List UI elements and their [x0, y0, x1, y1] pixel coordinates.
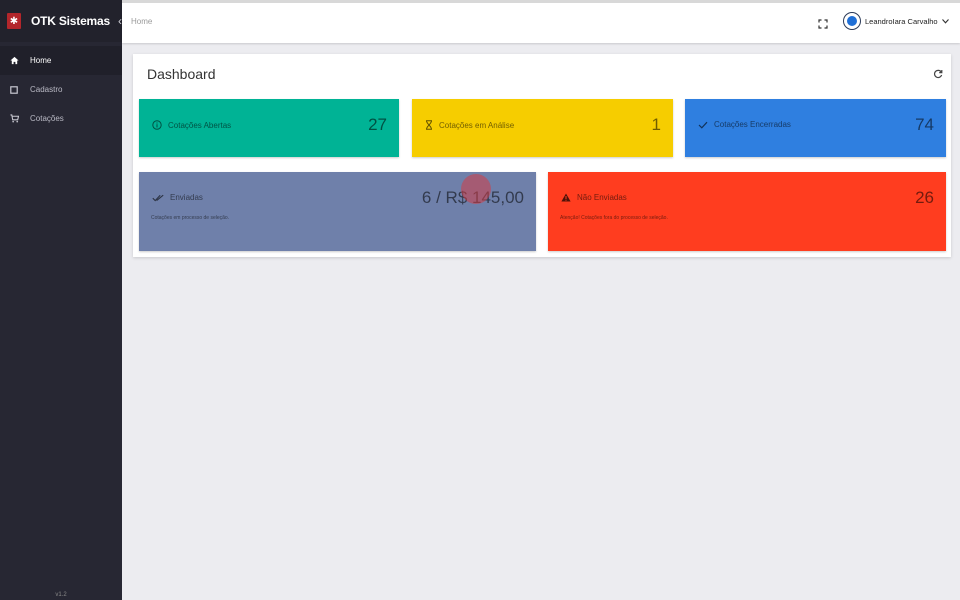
tile-value: 74: [915, 115, 934, 134]
tile-label-text: Enviadas: [170, 193, 203, 202]
avatar: [843, 12, 861, 30]
topbar: Home LeandroIara Carvalho: [122, 0, 960, 43]
tile-label: Cotações em Análise: [425, 120, 514, 130]
sidebar-item-label: Cotações: [30, 114, 64, 123]
breadcrumb[interactable]: Home: [131, 17, 152, 26]
sidebar-item-label: Cadastro: [30, 85, 63, 94]
dashboard-card: Dashboard Cotações Abertas 27 Cotações e…: [133, 54, 951, 257]
info-icon: [152, 120, 162, 130]
tile-label-text: Cotações Encerradas: [714, 120, 791, 129]
page-title: Dashboard: [147, 66, 216, 82]
cart-icon: [9, 114, 19, 124]
tile-cotacoes-abertas[interactable]: Cotações Abertas 27: [139, 99, 399, 157]
square-icon: [9, 85, 19, 95]
chevron-down-icon: [941, 17, 949, 26]
sidebar-brand: ✱ OTK Sistemas ‹: [0, 0, 122, 42]
double-check-icon: [152, 194, 164, 202]
sidebar-nav: Home Cadastro Cotações: [0, 46, 122, 133]
tile-nao-enviadas[interactable]: Não Enviadas 26 Atenção! Cotações fora d…: [548, 172, 946, 251]
tile-label: Não Enviadas: [561, 193, 627, 202]
tile-subtitle: Atenção! Cotações fora do processo de se…: [560, 215, 668, 221]
click-indicator: [461, 174, 491, 204]
user-name: LeandroIara Carvalho: [865, 16, 938, 26]
brand-title: OTK Sistemas: [31, 14, 110, 28]
sidebar: ✱ OTK Sistemas ‹ Home Cadastro Cotações …: [0, 0, 122, 600]
tile-label-text: Cotações Abertas: [168, 120, 232, 130]
app-version: v1.2: [55, 592, 67, 598]
tile-value: 1: [651, 115, 661, 134]
sidebar-item-cadastro[interactable]: Cadastro: [0, 75, 122, 104]
tile-cotacoes-encerradas[interactable]: Cotações Encerradas 74: [685, 99, 946, 157]
warning-icon: [561, 193, 571, 202]
sidebar-item-label: Home: [30, 56, 52, 65]
check-icon: [698, 121, 708, 129]
tile-label: Cotações Encerradas: [698, 120, 791, 129]
home-icon: [9, 56, 19, 66]
brand-logo-icon: ✱: [7, 13, 21, 29]
tile-value: 26: [915, 188, 934, 207]
tile-value: 27: [368, 115, 387, 134]
hourglass-icon: [425, 120, 433, 130]
tile-label: Enviadas: [152, 193, 203, 202]
fullscreen-icon[interactable]: [818, 16, 828, 29]
tile-cotacoes-em-analise[interactable]: Cotações em Análise 1: [412, 99, 673, 157]
refresh-icon[interactable]: [933, 66, 943, 79]
tile-label-text: Cotações em Análise: [439, 120, 515, 130]
sidebar-item-cotacoes[interactable]: Cotações: [0, 104, 122, 133]
tile-label: Cotações Abertas: [152, 120, 231, 130]
tile-subtitle: Cotações em processo de seleção.: [151, 215, 230, 221]
tile-label-text: Não Enviadas: [577, 193, 627, 202]
user-menu[interactable]: LeandroIara Carvalho: [843, 12, 949, 30]
sidebar-item-home[interactable]: Home: [0, 46, 122, 75]
